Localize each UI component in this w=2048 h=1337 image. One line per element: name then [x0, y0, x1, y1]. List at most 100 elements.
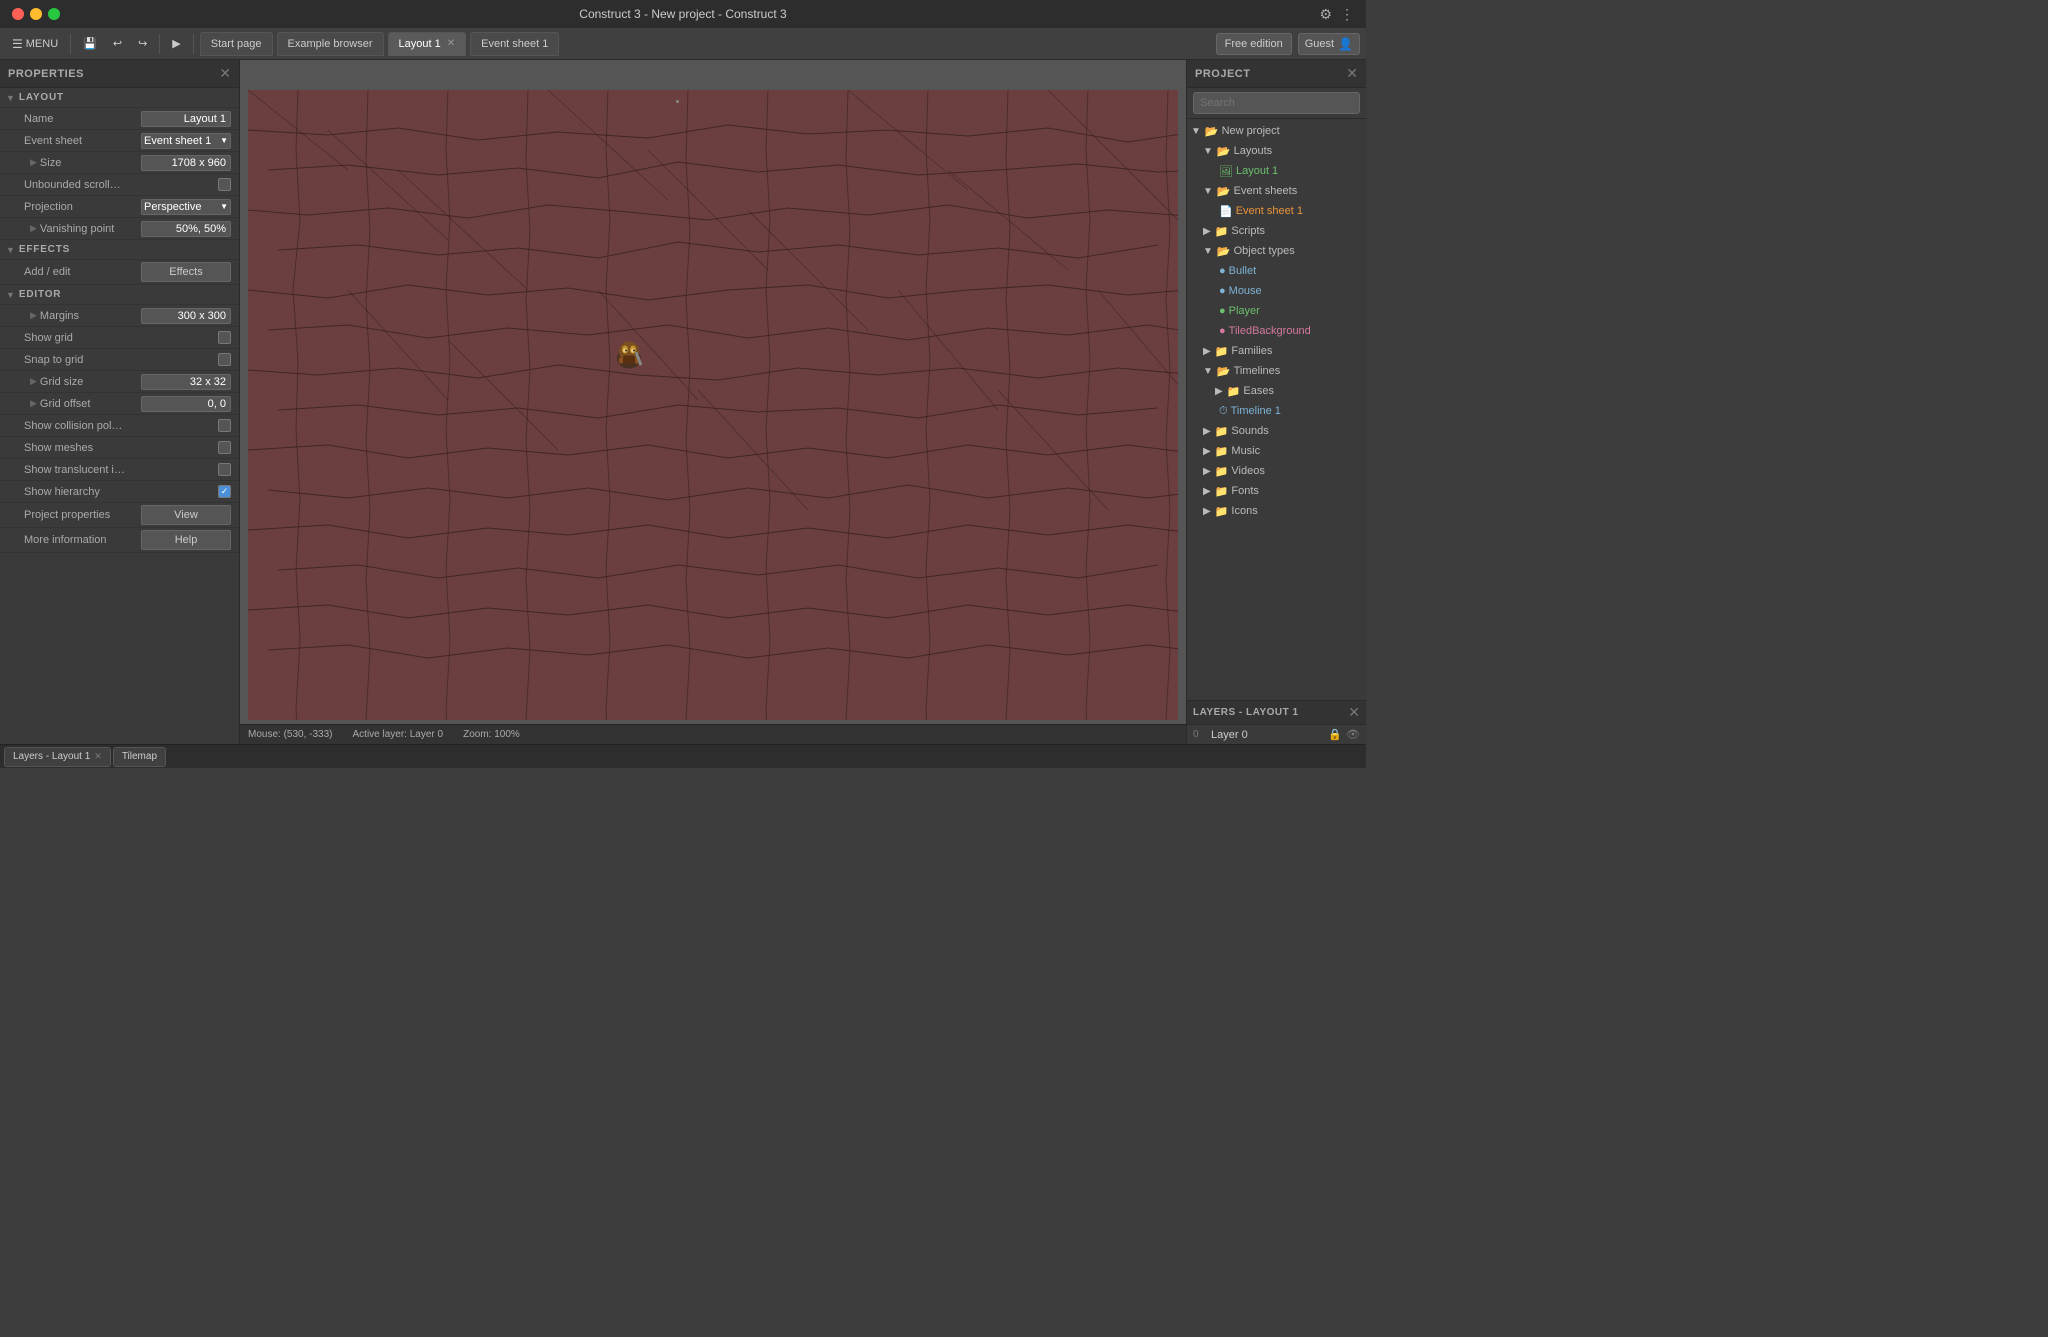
undo-button[interactable]: ↩: [107, 32, 128, 56]
properties-title: PROPERTIES: [8, 68, 84, 80]
layers-section: LAYERS - LAYOUT 1 ✕ 0 Layer 0 🔒 👁: [1187, 700, 1366, 744]
bottom-tabs: Layers - Layout 1 ✕ Tilemap: [0, 744, 1366, 768]
minimize-button[interactable]: [30, 8, 42, 20]
prop-showcollision-checkbox[interactable]: [218, 419, 231, 432]
project-close[interactable]: ✕: [1346, 65, 1358, 82]
project-title: PROJECT: [1195, 68, 1250, 80]
tree-item-1[interactable]: ▼📂Layouts: [1187, 141, 1366, 161]
indent-arrow-5: ▶: [30, 398, 37, 409]
bottom-tab-close-layers[interactable]: ✕: [94, 751, 102, 762]
prop-gridsize-label: Grid size: [40, 376, 141, 388]
prop-margins-value[interactable]: 300 x 300: [141, 308, 231, 324]
toolbar: ☰ MENU 💾 ↩ ↪ ▶ Start page Example browse…: [0, 28, 1366, 60]
prop-projection-value[interactable]: Perspective ▼: [141, 199, 231, 215]
fullscreen-button[interactable]: [48, 8, 60, 20]
tree-item-15[interactable]: ▶📁Sounds: [1187, 421, 1366, 441]
prop-moreinfo-btn[interactable]: Help: [141, 530, 231, 550]
guest-button[interactable]: Guest 👤: [1298, 33, 1360, 55]
layers-close[interactable]: ✕: [1348, 704, 1360, 721]
tab-event-sheet-1[interactable]: Event sheet 1: [470, 32, 559, 56]
tab-example-browser[interactable]: Example browser: [277, 32, 384, 56]
prop-name-value[interactable]: Layout 1: [141, 111, 231, 127]
tree-item-12[interactable]: ▼📂Timelines: [1187, 361, 1366, 381]
tree-icon-13: ▶: [1215, 386, 1223, 397]
tree-icon-19: ▶: [1203, 506, 1211, 517]
prop-showgrid-checkbox[interactable]: [218, 331, 231, 344]
tree-item-2[interactable]: 🖼Layout 1: [1187, 161, 1366, 181]
tree-item-11[interactable]: ▶📁Families: [1187, 341, 1366, 361]
properties-panel-header: PROPERTIES ✕: [0, 60, 239, 88]
close-button[interactable]: [12, 8, 24, 20]
tree-item-17[interactable]: ▶📁Videos: [1187, 461, 1366, 481]
toolbar-separator-3: [193, 34, 194, 54]
prop-size-value[interactable]: 1708 x 960: [141, 155, 231, 171]
prop-eventsheet-label: Event sheet: [24, 135, 141, 147]
tree-type-icon-13: 📁: [1227, 385, 1241, 398]
tab-start-page[interactable]: Start page: [200, 32, 273, 56]
tree-item-8[interactable]: ●Mouse: [1187, 281, 1366, 301]
prop-snaptogrid-checkbox[interactable]: [218, 353, 231, 366]
tree-item-14[interactable]: ⏱Timeline 1: [1187, 401, 1366, 421]
tree-label-15: Sounds: [1231, 425, 1268, 437]
tree-item-16[interactable]: ▶📁Music: [1187, 441, 1366, 461]
effects-section-title: EFFECTS: [19, 244, 70, 255]
search-input[interactable]: [1193, 92, 1360, 114]
prop-projectprops-btn[interactable]: View: [141, 505, 231, 525]
play-button[interactable]: ▶: [166, 32, 186, 56]
tree-item-10[interactable]: ●TiledBackground: [1187, 321, 1366, 341]
canvas-indicator: [676, 100, 679, 103]
tree-label-0: New project: [1222, 125, 1280, 137]
project-panel: PROJECT ✕ ▼📂New project▼📂Layouts🖼Layout …: [1186, 60, 1366, 744]
tree-item-3[interactable]: ▼📂Event sheets: [1187, 181, 1366, 201]
toolbar-separator-2: [159, 34, 160, 54]
bottom-tab-tilemap[interactable]: Tilemap: [113, 747, 166, 767]
redo-button[interactable]: ↪: [132, 32, 153, 56]
prop-unbounded-checkbox[interactable]: [218, 178, 231, 191]
layout-canvas[interactable]: [248, 90, 1178, 720]
prop-showhierarchy-checkbox[interactable]: [218, 485, 231, 498]
prop-showmeshes-checkbox[interactable]: [218, 441, 231, 454]
tree-item-5[interactable]: ▶📁Scripts: [1187, 221, 1366, 241]
canvas-area[interactable]: Mouse: (530, -333) Active layer: Layer 0…: [240, 60, 1186, 744]
tree-item-19[interactable]: ▶📁Icons: [1187, 501, 1366, 521]
layer-lock-icon[interactable]: 🔒: [1328, 728, 1342, 741]
layer-row-0[interactable]: 0 Layer 0 🔒 👁: [1187, 725, 1366, 744]
tree-item-0[interactable]: ▼📂New project: [1187, 121, 1366, 141]
layer-visibility-icon[interactable]: 👁: [1346, 728, 1360, 741]
prop-size-label: Size: [40, 157, 141, 169]
tab-layout-1[interactable]: Layout 1 ✕: [388, 32, 467, 56]
tree-item-4[interactable]: 📄Event sheet 1: [1187, 201, 1366, 221]
tree-label-17: Videos: [1231, 465, 1264, 477]
tree-item-6[interactable]: ▼📂Object types: [1187, 241, 1366, 261]
properties-close[interactable]: ✕: [219, 65, 231, 82]
tree-label-19: Icons: [1231, 505, 1257, 517]
editor-section-header[interactable]: ▼ EDITOR: [0, 285, 239, 305]
tab-close-layout-1[interactable]: ✕: [447, 38, 455, 49]
tree-label-3: Event sheets: [1234, 185, 1298, 197]
more-icon[interactable]: ⋮: [1340, 6, 1354, 23]
save-button[interactable]: 💾: [77, 32, 103, 56]
prop-moreinfo-label: More information: [24, 534, 141, 546]
prop-effects-btn[interactable]: Effects: [141, 262, 231, 282]
settings-icon[interactable]: ⚙: [1319, 6, 1332, 23]
effects-section-header[interactable]: ▼ EFFECTS: [0, 240, 239, 260]
prop-gridsize-value[interactable]: 32 x 32: [141, 374, 231, 390]
prop-vanishing-value[interactable]: 50%, 50%: [141, 221, 231, 237]
hamburger-icon: ☰: [12, 37, 23, 51]
tree-item-9[interactable]: ●Player: [1187, 301, 1366, 321]
free-edition-button[interactable]: Free edition: [1216, 33, 1292, 55]
prop-showtranslucent-checkbox[interactable]: [218, 463, 231, 476]
tree-item-7[interactable]: ●Bullet: [1187, 261, 1366, 281]
prop-gridoffset-value[interactable]: 0, 0: [141, 396, 231, 412]
tree-label-13: Eases: [1243, 385, 1274, 397]
tree-item-18[interactable]: ▶📁Fonts: [1187, 481, 1366, 501]
tree-type-icon-9: ●: [1219, 305, 1226, 317]
player-sprite[interactable]: [609, 333, 649, 376]
toolbar-right: Free edition Guest 👤: [1216, 33, 1360, 55]
tree-item-13[interactable]: ▶ 📁Eases: [1187, 381, 1366, 401]
prop-eventsheet-value[interactable]: Event sheet 1 ▼: [141, 133, 231, 149]
bottom-tab-layers[interactable]: Layers - Layout 1 ✕: [4, 747, 111, 767]
menu-button[interactable]: ☰ MENU: [6, 32, 64, 56]
tree-icon-11: ▶: [1203, 346, 1211, 357]
layout-section-header[interactable]: ▼ LAYOUT: [0, 88, 239, 108]
